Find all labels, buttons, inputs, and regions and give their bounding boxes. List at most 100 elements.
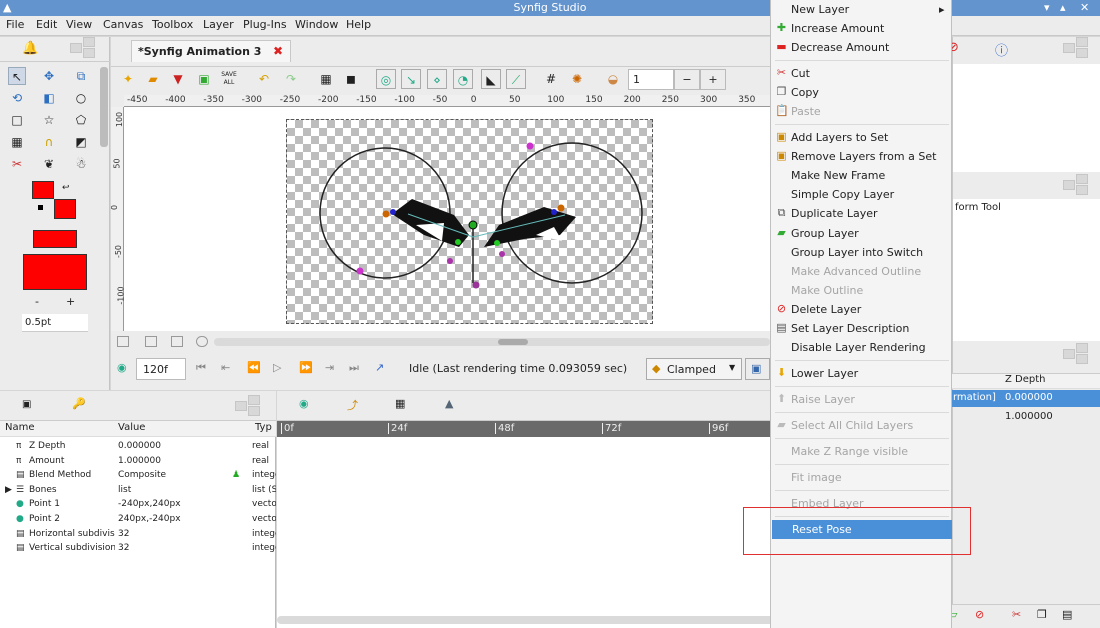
param-value[interactable]: 32 xyxy=(118,541,228,555)
param-row[interactable]: ▤ Blend Method Composite intege ♟ xyxy=(0,468,276,482)
dock-grip[interactable] xyxy=(235,395,265,417)
col-name[interactable]: Name xyxy=(5,422,35,433)
param-row[interactable]: π Z Depth 0.000000 real xyxy=(0,439,276,453)
width-decrease-button[interactable]: - xyxy=(35,295,39,308)
param-row[interactable]: ▶ ☰ Bones list list (S xyxy=(0,483,276,497)
toggle-icon[interactable] xyxy=(145,336,157,347)
param-row[interactable]: π Amount 1.000000 real xyxy=(0,454,276,468)
param-value[interactable]: Composite xyxy=(118,468,228,482)
copy-icon[interactable]: ❐ xyxy=(1037,608,1047,621)
cut-icon[interactable]: ✂ xyxy=(1012,608,1021,621)
width-increase-button[interactable]: + xyxy=(66,295,75,308)
menu-edit[interactable]: Edit xyxy=(36,18,57,31)
circle-tool-icon[interactable]: ○ xyxy=(72,89,90,107)
prev-frame-icon[interactable]: ⏪ xyxy=(247,361,261,374)
minimize-icon[interactable]: ▾ xyxy=(1044,0,1050,16)
document-tab[interactable]: *Synfig Animation 3 ✖ xyxy=(131,40,291,62)
timetrack-tab-icon[interactable]: ◉ xyxy=(299,397,309,410)
bell-icon[interactable]: 🔔 xyxy=(22,41,38,56)
menu-toolbox[interactable]: Toolbox xyxy=(152,18,193,31)
menu-item-reset-pose[interactable]: Reset Pose xyxy=(772,520,952,539)
expander-icon[interactable]: ▶ xyxy=(5,483,12,497)
delete-layer-icon[interactable]: ⊘ xyxy=(975,608,984,621)
info-icon[interactable]: ⓘ xyxy=(995,40,1008,59)
param-row[interactable]: ● Point 2 240px,-240px vecto xyxy=(0,512,276,526)
col-value[interactable]: Value xyxy=(118,422,145,433)
param-value[interactable]: -240px,240px xyxy=(118,497,228,511)
fill-tool-icon[interactable]: ◩ xyxy=(72,133,90,151)
swap-colors-icon[interactable]: ↩ xyxy=(62,183,70,193)
open-file-icon[interactable]: ▰ xyxy=(143,69,163,89)
maximize-icon[interactable]: ▴ xyxy=(1060,0,1066,16)
fill-color-swatch[interactable] xyxy=(54,199,76,219)
interpolation-select[interactable]: ◆ Clamped ▼ xyxy=(646,358,742,380)
skeleton-tool-icon[interactable]: ☃ xyxy=(72,155,90,173)
outline-color-swatch[interactable] xyxy=(32,181,54,199)
menu-item-disable-layer-rendering[interactable]: Disable Layer Rendering xyxy=(771,338,953,357)
param-value[interactable]: 240px,-240px xyxy=(118,512,228,526)
param-value[interactable]: 0.000000 xyxy=(118,439,228,453)
zoom-field[interactable]: 1 xyxy=(628,69,674,90)
zoom-fit-icon[interactable] xyxy=(171,336,183,347)
menu-plugins[interactable]: Plug-Ins xyxy=(243,18,287,31)
zoom-in-button[interactable]: + xyxy=(700,69,726,90)
canvas-work-area[interactable] xyxy=(124,107,770,331)
scale-tool-icon[interactable]: ⧉ xyxy=(72,67,90,85)
menu-item-delete-layer[interactable]: ⊘ Delete Layer xyxy=(771,300,953,319)
keyframe-lock-button[interactable]: ▣ xyxy=(745,358,770,380)
dock-grip[interactable] xyxy=(70,37,100,59)
menu-item-add-layers-to-set[interactable]: ▣ Add Layers to Set xyxy=(771,128,953,147)
brush-width-field[interactable]: 0.5pt xyxy=(22,314,88,332)
param-value[interactable]: list xyxy=(118,483,228,497)
bounds-icon[interactable]: ↗ xyxy=(375,361,384,374)
brush-preview[interactable] xyxy=(23,254,87,290)
param-row[interactable]: ▤ Vertical subdivisions32 intege xyxy=(0,541,276,555)
menu-item-lower-layer[interactable]: ⬇ Lower Layer xyxy=(771,364,953,383)
next-frame-icon[interactable]: ⏩ xyxy=(299,361,313,374)
toggle-radius-handles-icon[interactable]: ◔ xyxy=(453,69,473,89)
redo-icon[interactable]: ↷ xyxy=(281,69,301,89)
menu-item-group-layer[interactable]: ▰ Group Layer xyxy=(771,224,953,243)
params-tab-icon[interactable]: ▣ xyxy=(22,399,31,410)
menu-item-increase-amount[interactable]: ✚ Increase Amount xyxy=(771,19,953,38)
rotate-tool-icon[interactable]: ⟲ xyxy=(8,89,26,107)
refresh-icon[interactable] xyxy=(196,336,208,347)
toolbox-scrollbar[interactable] xyxy=(100,67,108,147)
mirror-tool-icon[interactable]: ◧ xyxy=(40,89,58,107)
horizontal-scrollbar[interactable] xyxy=(214,338,770,346)
save-all-button[interactable]: SAVE ALL xyxy=(219,69,239,89)
static-icon[interactable]: ♟ xyxy=(232,468,240,482)
toggle-vertex-handles-icon[interactable]: ↘ xyxy=(401,69,421,89)
curves-tab-icon[interactable]: ⤴ xyxy=(347,397,358,413)
seek-begin-icon[interactable]: ⏮ xyxy=(196,361,206,375)
toggle-position-handles-icon[interactable]: ◎ xyxy=(376,69,396,89)
col-zdepth[interactable]: Z Depth xyxy=(1005,374,1046,385)
save-icon[interactable]: ▼ xyxy=(168,69,188,89)
tab-close-icon[interactable]: ✖ xyxy=(273,44,283,58)
param-value[interactable]: 32 xyxy=(118,527,228,541)
menu-view[interactable]: View xyxy=(66,18,92,31)
menu-item-decrease-amount[interactable]: ▬ Decrease Amount xyxy=(771,38,953,57)
time-ruler[interactable]: 0f 24f 48f 72f 96f xyxy=(277,421,770,437)
menu-file[interactable]: File xyxy=(6,18,24,31)
menu-item-group-layer-into-switch[interactable]: Group Layer into Switch xyxy=(771,243,953,262)
paste-icon[interactable]: ▤ xyxy=(1062,608,1072,621)
reset-colors-icon[interactable] xyxy=(38,205,43,210)
close-icon[interactable]: ✕ xyxy=(1080,0,1089,16)
menu-help[interactable]: Help xyxy=(346,18,371,31)
menu-item-set-layer-description[interactable]: ▤ Set Layer Description xyxy=(771,319,953,338)
canvas-artwork[interactable] xyxy=(124,107,770,331)
next-keyframe-icon[interactable]: ⇥ xyxy=(325,361,334,374)
timetrack-scrollbar[interactable] xyxy=(277,616,817,624)
cutout-tool-icon[interactable]: ✂ xyxy=(8,155,26,173)
polygon-tool-icon[interactable]: ⬠ xyxy=(72,111,90,129)
spline-tool-icon[interactable]: ∩ xyxy=(40,133,58,151)
play-icon[interactable]: ▷ xyxy=(273,361,281,374)
menu-window[interactable]: Window xyxy=(295,18,338,31)
seek-end-icon[interactable]: ⏭ xyxy=(349,361,359,375)
param-value[interactable]: 1.000000 xyxy=(118,454,228,468)
feather-tool-icon[interactable]: ❦ xyxy=(40,155,58,173)
library-tab-icon[interactable]: 🔑 xyxy=(72,397,86,410)
toggle-width-handles-icon[interactable]: ◣ xyxy=(481,69,501,89)
menu-item-cut[interactable]: ✂ Cut xyxy=(771,64,953,83)
